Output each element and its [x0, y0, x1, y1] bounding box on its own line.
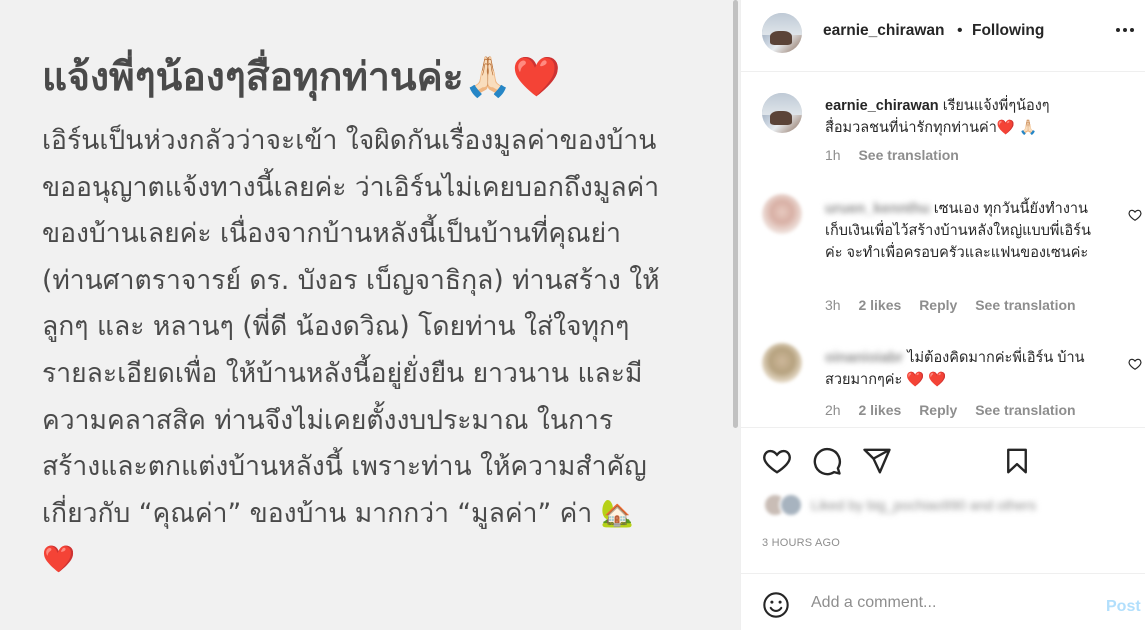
comment-time[interactable]: 3h: [825, 297, 841, 313]
post-body: เอิร์นเป็นห่วงกลัวว่าจะเข้า ใจผิดกันเรื่…: [42, 118, 660, 584]
bookmark-icon[interactable]: [1002, 446, 1032, 476]
comment-username[interactable]: oinanioiabr: [825, 350, 903, 366]
see-translation-button[interactable]: See translation: [975, 297, 1075, 313]
post-line: ขออนุญาตแจ้งทางนี้เลยค่ะ ว่าเอิร์นไม่เคย…: [42, 171, 660, 203]
emoji-icon[interactable]: [762, 591, 790, 619]
post-line: (ท่านศาตราจารย์ ดร. บังอร เบ็ญจาธิกุล) ท…: [42, 264, 660, 296]
post-line: ของบ้านเลยค่ะ เนื่องจากบ้านหลังนี้เป็นบ้…: [42, 218, 622, 250]
comment-body: uruen_kennthu เซนเอง ทุกวันนี้ยังทำงานเก…: [825, 198, 1105, 264]
post-line: ความคลาสสิค ท่านจึงไม่เคยตั้งงบประมาณ ใน…: [42, 404, 614, 436]
comment-time[interactable]: 2h: [825, 402, 841, 418]
comments-list[interactable]: earnie_chirawan เรียนแจ้งพี่ๆน้องๆ สื่อม…: [741, 73, 1145, 428]
post-line: เอิร์นเป็นห่วงกลัวว่าจะเข้า ใจผิดกันเรื่…: [42, 125, 657, 156]
post-line: เกี่ยวกับ “คุณค่า” ของบ้าน มากกว่า “มูลค…: [42, 497, 634, 529]
avatar[interactable]: [762, 13, 802, 53]
post-button[interactable]: Post: [1106, 598, 1141, 616]
heart-icon[interactable]: [762, 446, 792, 476]
heart-icon[interactable]: [1128, 357, 1142, 371]
scrollbar-thumb[interactable]: [733, 0, 738, 428]
post-line: สร้างและตกแต่งบ้านหลังนี้ เพราะท่าน ให้ค…: [42, 451, 647, 483]
liked-by-text[interactable]: Liked by big_pochiao990 and others: [811, 497, 1036, 513]
liked-by[interactable]: Liked by big_pochiao990 and others: [763, 493, 1036, 517]
post-timestamp[interactable]: 3 HOURS AGO: [762, 537, 840, 549]
comment-meta: 1h See translation: [825, 147, 973, 163]
reply-button[interactable]: Reply: [919, 297, 957, 313]
separator-dot: •: [957, 22, 963, 39]
share-icon[interactable]: [862, 446, 892, 476]
heart-icon[interactable]: [1128, 208, 1142, 222]
post-sidebar: earnie_chirawan • Following earnie_chira…: [740, 0, 1145, 630]
post-image[interactable]: แจ้งพี่ๆน้องๆสื่อทุกท่านค่ะ🙏🏻❤️ เอิร์นเป…: [0, 0, 731, 630]
comment-body: earnie_chirawan เรียนแจ้งพี่ๆน้องๆ สื่อม…: [825, 95, 1105, 139]
post-header: earnie_chirawan • Following: [741, 0, 1145, 72]
post-line: ❤️: [42, 544, 75, 576]
avatar[interactable]: [762, 343, 802, 383]
post-line: รายละเอียดเพื่อ ให้บ้านหลังนี้อยู่ยั่งยื…: [42, 357, 643, 389]
add-comment-bar: Post: [741, 573, 1145, 630]
see-translation-button[interactable]: See translation: [975, 402, 1075, 418]
action-bar: [741, 430, 1145, 490]
comment-time[interactable]: 1h: [825, 147, 841, 163]
post-title: แจ้งพี่ๆน้องๆสื่อทุกท่านค่ะ🙏🏻❤️: [42, 55, 561, 100]
following-button[interactable]: Following: [972, 22, 1044, 40]
comment-input[interactable]: [811, 591, 1081, 615]
avatar: [779, 493, 803, 517]
avatar[interactable]: [762, 194, 802, 234]
likes-count[interactable]: 2 likes: [858, 297, 901, 313]
more-horizontal-icon[interactable]: [1115, 20, 1135, 45]
comment-username[interactable]: earnie_chirawan: [825, 98, 939, 114]
scrollbar[interactable]: [731, 0, 740, 630]
see-translation-button[interactable]: See translation: [858, 147, 958, 163]
comment-username[interactable]: uruen_kennthu: [825, 201, 930, 217]
comment-meta: 3h 2 likes Reply See translation: [825, 297, 1090, 313]
header-username[interactable]: earnie_chirawan: [823, 22, 944, 40]
post-line: ลูกๆ และ หลานๆ (พี่ดี น้องดวิณ) โดยท่าน …: [42, 311, 630, 343]
likes-count[interactable]: 2 likes: [858, 402, 901, 418]
reply-button[interactable]: Reply: [919, 402, 957, 418]
comment-meta: 2h 2 likes Reply See translation: [825, 402, 1090, 418]
avatar[interactable]: [762, 93, 802, 133]
comment-body: oinanioiabr ไม่ต้องคิดมากค่ะพี่เอิร์น บ้…: [825, 347, 1105, 391]
comment-icon[interactable]: [812, 446, 842, 476]
